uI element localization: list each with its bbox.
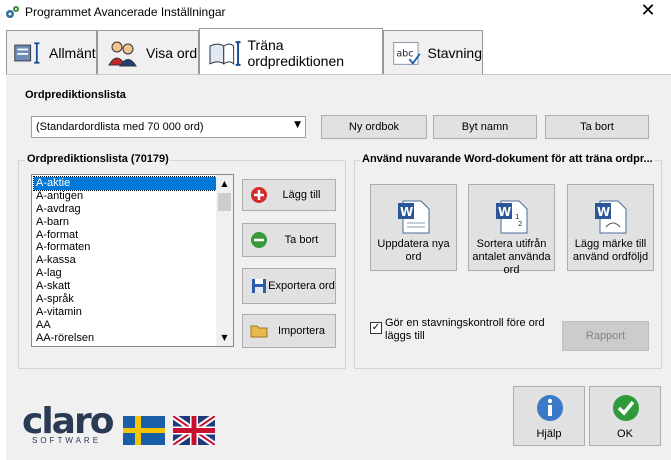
tab-allmant[interactable]: Allmänt (6, 30, 97, 74)
update-new-words-button[interactable]: W Uppdatera nya ord (370, 184, 457, 271)
sort-by-usage-button[interactable]: W 12 Sortera utifrån antalet använda ord (468, 184, 555, 276)
claro-logo: claro SOFTWARE (22, 401, 114, 446)
list-item[interactable]: A-avdrag (32, 203, 233, 216)
chevron-down-icon[interactable]: ▼ (216, 329, 233, 346)
report-button[interactable]: Rapport (562, 321, 649, 351)
tab-visa-ord[interactable]: Visa ord (97, 30, 199, 74)
plus-icon (251, 187, 267, 203)
sort-by-usage-label: Sortera utifrån antalet använda ord (472, 238, 551, 276)
help-label: Hjälp (536, 428, 562, 440)
folder-icon (250, 325, 268, 338)
prediction-list-dropdown[interactable]: (Standardordlista med 70 000 ord) ▼ (31, 116, 306, 138)
export-words-label: Exportera ord (268, 279, 335, 292)
people-icon (108, 41, 137, 66)
tab-strip: Allmänt Visa ord Träna ordprediktionen a… (0, 28, 671, 76)
tab-label: Träna ordprediktionen (247, 36, 345, 69)
settings-icon (14, 41, 40, 64)
delete-dictionary-button[interactable]: Ta bort (545, 115, 649, 139)
list-item[interactable]: A-aktie (33, 176, 217, 191)
remove-word-label: Ta bort (284, 234, 319, 246)
ok-label: OK (617, 428, 633, 440)
word-order-icon: W (595, 200, 627, 234)
list-item[interactable]: A-barn (32, 216, 233, 229)
dropdown-value: (Standardordlista med 70 000 ord) (36, 121, 204, 133)
ok-button[interactable]: OK (589, 386, 661, 446)
save-icon (252, 279, 266, 293)
swedish-flag-icon[interactable] (123, 416, 165, 445)
chevron-up-icon[interactable]: ▲ (216, 175, 233, 192)
word-listbox[interactable]: A-aktie A-antigen A-avdrag A-barn A-form… (31, 174, 234, 347)
rename-button[interactable]: Byt namn (433, 115, 537, 139)
prediction-list-label: Ordprediktionslista (25, 89, 126, 101)
list-item[interactable]: A-formaten (32, 241, 233, 254)
window-title: Programmet Avancerade Inställningar (25, 5, 226, 19)
list-item[interactable]: A-språk (32, 293, 233, 306)
tab-stavning[interactable]: abc Stavning (383, 30, 483, 74)
list-item[interactable]: A-lag (32, 267, 233, 280)
tab-label: Stavning (427, 44, 482, 61)
help-button[interactable]: Hjälp (513, 386, 585, 446)
scrollbar-thumb[interactable] (218, 193, 231, 211)
import-words-button[interactable]: Importera (242, 314, 336, 348)
gear-app-icon (6, 6, 19, 18)
list-item[interactable]: A-antigen (32, 190, 233, 203)
svg-text:W: W (400, 205, 413, 219)
word-sort-icon: W 12 (496, 200, 528, 234)
word-document-group-label: Använd nuvarande Word-dokument för att t… (360, 153, 655, 165)
tab-label: Visa ord (146, 44, 198, 61)
tab-label: Allmänt (49, 44, 96, 61)
list-item[interactable]: A-vitamin (32, 306, 233, 319)
list-item[interactable]: A-format (32, 229, 233, 242)
word-document-icon: W (398, 200, 430, 234)
close-button[interactable]: ✕ (625, 0, 671, 24)
minus-icon (251, 232, 267, 248)
word-list-group-label: Ordprediktionslista (70179) (25, 153, 171, 165)
svg-text:W: W (498, 205, 511, 219)
svg-text:2: 2 (518, 220, 522, 228)
spellcheck-label: Gör en stavningskontroll före ord läggs … (385, 317, 545, 342)
note-word-order-button[interactable]: W Lägg märke till använd ordföljd (567, 184, 654, 271)
logo-subtext: SOFTWARE (32, 436, 102, 445)
vertical-scrollbar[interactable]: ▲ ▼ (216, 175, 233, 346)
svg-text:W: W (597, 205, 610, 219)
list-item[interactable]: AA (32, 319, 233, 332)
import-words-label: Importera (277, 325, 326, 337)
new-dictionary-button[interactable]: Ny ordbok (321, 115, 427, 139)
checkmark-icon (613, 395, 639, 421)
chevron-down-icon: ▼ (294, 120, 301, 130)
tab-trana-ordprediktionen[interactable]: Träna ordprediktionen (199, 28, 383, 76)
book-icon (209, 40, 241, 66)
list-item[interactable]: AA-rörelsen (32, 332, 233, 345)
note-word-order-label: Lägg märke till använd ordföljd (572, 238, 649, 263)
title-bar: Programmet Avancerade Inställningar ✕ (0, 0, 671, 24)
abc-icon: abc (393, 41, 421, 65)
update-new-words-label: Uppdatera nya ord (377, 238, 450, 263)
spellcheck-checkbox[interactable]: ✓ (370, 322, 382, 334)
add-word-label: Lägg till (282, 189, 321, 201)
add-word-button[interactable]: Lägg till (242, 179, 336, 211)
svg-text:abc: abc (396, 48, 413, 59)
export-words-button[interactable]: Exportera ord (242, 268, 336, 304)
logo-text: claro (22, 401, 114, 442)
info-icon (537, 395, 563, 421)
list-item[interactable]: A-kassa (32, 254, 233, 267)
uk-flag-icon[interactable] (173, 416, 215, 445)
list-item[interactable]: A-skatt (32, 280, 233, 293)
remove-word-button[interactable]: Ta bort (242, 223, 336, 257)
